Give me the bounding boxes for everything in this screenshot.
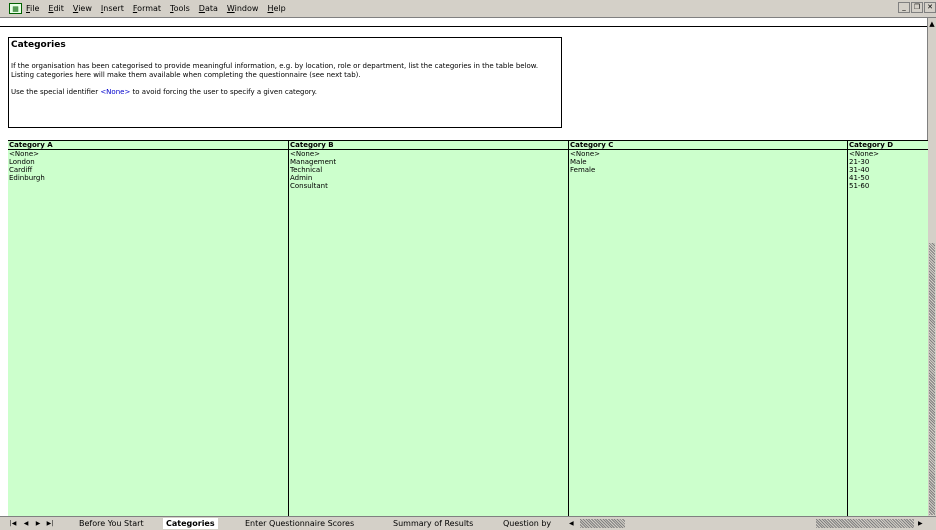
last-sheet-icon[interactable]: ▶|	[45, 519, 55, 528]
close-icon[interactable]: ✕	[924, 2, 936, 13]
table-cell[interactable]: Technical	[289, 166, 568, 174]
vertical-scrollbar[interactable]: ▲	[927, 18, 936, 516]
scroll-right-icon[interactable]: ▶	[918, 518, 923, 529]
table-cell[interactable]: London	[8, 158, 288, 166]
table-cell[interactable]: 21-30	[848, 158, 928, 166]
menu-data[interactable]: Data	[199, 4, 218, 13]
table-cell[interactable]: Male	[569, 158, 847, 166]
menu-format[interactable]: Format	[133, 4, 161, 13]
table-cell[interactable]: <None>	[289, 150, 568, 158]
menu-insert[interactable]: Insert	[101, 4, 124, 13]
table-cell[interactable]: Female	[569, 166, 847, 174]
tab-before-you-start[interactable]: Before You Start	[76, 518, 147, 529]
prev-sheet-icon[interactable]: ◀	[21, 519, 31, 528]
horizontal-scrollbar[interactable]: ◀ ▶	[566, 518, 936, 529]
categories-table: Category A <None> London Cardiff Edinbur…	[8, 140, 928, 517]
restore-icon[interactable]: ❐	[911, 2, 923, 13]
menu-file[interactable]: File	[26, 4, 39, 13]
excel-app-icon[interactable]: ▦	[9, 3, 22, 14]
table-cell[interactable]: 31-40	[848, 166, 928, 174]
table-cell[interactable]: Cardiff	[8, 166, 288, 174]
table-cell[interactable]: 51-60	[848, 182, 928, 190]
column-header[interactable]: Category A	[8, 141, 288, 150]
window-controls: _ ❐ ✕	[897, 2, 936, 13]
table-cell[interactable]: <None>	[848, 150, 928, 158]
column-header[interactable]: Category C	[569, 141, 847, 150]
table-cell[interactable]: Edinburgh	[8, 174, 288, 182]
info-title: Categories	[11, 40, 66, 50]
column-category-a: Category A <None> London Cardiff Edinbur…	[8, 141, 288, 517]
horizontal-scroll-thumb[interactable]	[580, 519, 625, 528]
table-cell[interactable]: 41-50	[848, 174, 928, 182]
vertical-scroll-thumb[interactable]	[929, 243, 935, 515]
menu-edit[interactable]: Edit	[48, 4, 64, 13]
info-paragraph: If the organisation has been categorised…	[11, 62, 539, 79]
info-text-before: Use the special identifier	[11, 88, 101, 96]
special-identifier: <None>	[100, 88, 131, 96]
info-special-paragraph: Use the special identifier <None> to avo…	[11, 88, 559, 97]
tab-summary-of-results[interactable]: Summary of Results	[390, 518, 476, 529]
tab-enter-questionnaire-scores[interactable]: Enter Questionnaire Scores	[242, 518, 357, 529]
scroll-left-icon[interactable]: ◀	[569, 518, 574, 529]
info-text-after: to avoid forcing the user to specify a g…	[130, 88, 318, 96]
categories-info-box: Categories If the organisation has been …	[8, 37, 562, 128]
menu-tools[interactable]: Tools	[170, 4, 190, 13]
minimize-icon[interactable]: _	[898, 2, 910, 13]
menu-view[interactable]: View	[73, 4, 92, 13]
tab-categories[interactable]: Categories	[163, 518, 218, 529]
menu-bar: ▦ File Edit View Insert Format Tools Dat…	[0, 0, 936, 18]
table-cell[interactable]: Management	[289, 158, 568, 166]
table-cell[interactable]: Admin	[289, 174, 568, 182]
next-sheet-icon[interactable]: ▶	[33, 519, 43, 528]
table-cell[interactable]: <None>	[8, 150, 288, 158]
first-sheet-icon[interactable]: |◀	[8, 519, 18, 528]
column-category-d: Category D <None> 21-30 31-40 41-50 51-6…	[847, 141, 928, 517]
column-header[interactable]: Category D	[848, 141, 928, 150]
menu-help[interactable]: Help	[267, 4, 285, 13]
scroll-up-icon[interactable]: ▲	[928, 18, 936, 30]
column-category-c: Category C <None> Male Female	[568, 141, 847, 517]
column-category-b: Category B <None> Management Technical A…	[288, 141, 568, 517]
horizontal-scroll-track	[816, 519, 914, 528]
formula-bar-strip	[0, 18, 928, 27]
menu-window[interactable]: Window	[227, 4, 259, 13]
sheet-tab-bar: |◀ ◀ ▶ ▶| Before You Start Categories En…	[0, 516, 936, 530]
column-header[interactable]: Category B	[289, 141, 568, 150]
table-cell[interactable]: <None>	[569, 150, 847, 158]
table-cell[interactable]: Consultant	[289, 182, 568, 190]
tab-question-by[interactable]: Question by	[500, 518, 554, 529]
